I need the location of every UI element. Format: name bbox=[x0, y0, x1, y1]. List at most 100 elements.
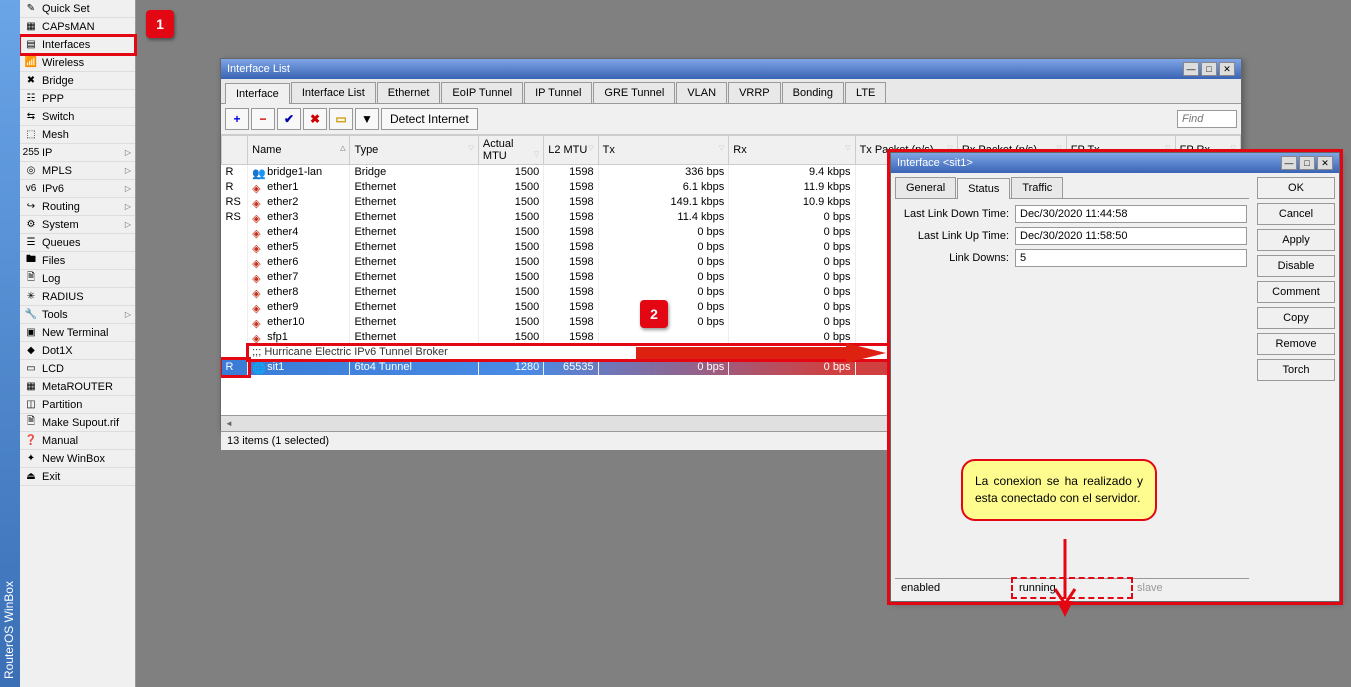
ether-icon: ◈ bbox=[252, 317, 264, 327]
menu-icon: ☰ bbox=[24, 236, 38, 250]
sidebar-label: Partition bbox=[42, 399, 82, 411]
remove-button[interactable]: Remove bbox=[1257, 333, 1335, 355]
cancel-button[interactable]: Cancel bbox=[1257, 203, 1335, 225]
window-controls: — □ ✕ bbox=[1183, 62, 1235, 76]
column-header[interactable]: Name △ bbox=[248, 136, 350, 165]
menu-icon: ◫ bbox=[24, 398, 38, 412]
sidebar-item-manual[interactable]: ❓Manual bbox=[20, 432, 135, 450]
tab-lte[interactable]: LTE bbox=[845, 82, 886, 103]
minimize-icon[interactable]: — bbox=[1281, 156, 1297, 170]
detect-internet-button[interactable]: Detect Internet bbox=[381, 108, 478, 130]
sidebar-item-log[interactable]: 🗎Log bbox=[20, 270, 135, 288]
sidebar-label: Log bbox=[42, 273, 60, 285]
detail-side-buttons: OK Cancel Apply Disable Comment Copy Remove Tor… bbox=[1253, 173, 1339, 601]
column-header[interactable]: L2 MTU▽ bbox=[544, 136, 598, 165]
add-button[interactable]: + bbox=[225, 108, 249, 130]
column-header[interactable]: Tx▽ bbox=[598, 136, 729, 165]
maximize-icon[interactable]: □ bbox=[1299, 156, 1315, 170]
sidebar-item-metarouter[interactable]: ▦MetaROUTER bbox=[20, 378, 135, 396]
sidebar-item-capsman[interactable]: ▦CAPsMAN bbox=[20, 18, 135, 36]
menu-icon: v6 bbox=[24, 182, 38, 196]
maximize-icon[interactable]: □ bbox=[1201, 62, 1217, 76]
sidebar-item-lcd[interactable]: ▭LCD bbox=[20, 360, 135, 378]
sidebar-item-queues[interactable]: ☰Queues bbox=[20, 234, 135, 252]
sidebar-item-system[interactable]: ⚙System▷ bbox=[20, 216, 135, 234]
comment-button[interactable]: Comment bbox=[1257, 281, 1335, 303]
sidebar-label: System bbox=[42, 219, 79, 231]
sidebar-label: Files bbox=[42, 255, 65, 267]
sidebar-item-ipv6[interactable]: v6IPv6▷ bbox=[20, 180, 135, 198]
menu-icon: ✎ bbox=[24, 2, 38, 16]
sidebar-item-mesh[interactable]: ⬚Mesh bbox=[20, 126, 135, 144]
status-slave: slave bbox=[1131, 579, 1249, 597]
tab-vlan[interactable]: VLAN bbox=[676, 82, 727, 103]
tab-eoip-tunnel[interactable]: EoIP Tunnel bbox=[441, 82, 523, 103]
ether-icon: ◈ bbox=[252, 287, 264, 297]
tab-ethernet[interactable]: Ethernet bbox=[377, 82, 441, 103]
ether-icon: ◈ bbox=[252, 182, 264, 192]
minimize-icon[interactable]: — bbox=[1183, 62, 1199, 76]
column-header[interactable]: Type▽ bbox=[350, 136, 478, 165]
detail-titlebar[interactable]: Interface <sit1> — □ ✕ bbox=[891, 153, 1339, 173]
sidebar-item-interfaces[interactable]: ▤Interfaces bbox=[20, 36, 135, 54]
sidebar-label: Make Supout.rif bbox=[42, 417, 119, 429]
ether-icon: ◈ bbox=[252, 212, 264, 222]
link-downs-value: 5 bbox=[1015, 249, 1247, 267]
sidebar-item-tools[interactable]: 🔧Tools▷ bbox=[20, 306, 135, 324]
sidebar-item-new-terminal[interactable]: ▣New Terminal bbox=[20, 324, 135, 342]
sidebar-item-ip[interactable]: 255IP▷ bbox=[20, 144, 135, 162]
window-title: Interface List bbox=[227, 63, 1183, 75]
sidebar-item-quick-set[interactable]: ✎Quick Set bbox=[20, 0, 135, 18]
column-header[interactable] bbox=[222, 136, 248, 165]
sidebar-item-partition[interactable]: ◫ Partition bbox=[20, 396, 135, 414]
disable-button[interactable]: ✖ bbox=[303, 108, 327, 130]
column-header[interactable]: Actual MTU▽ bbox=[478, 136, 543, 165]
detail-tabs: GeneralStatusTraffic bbox=[895, 177, 1249, 199]
sidebar-item-exit[interactable]: ⏏Exit bbox=[20, 468, 135, 486]
find-input[interactable] bbox=[1177, 110, 1237, 128]
close-icon[interactable]: ✕ bbox=[1317, 156, 1333, 170]
torch-button[interactable]: Torch bbox=[1257, 359, 1335, 381]
6to4-icon: 🌐 bbox=[252, 362, 264, 372]
sidebar-item-mpls[interactable]: ◎MPLS▷ bbox=[20, 162, 135, 180]
column-header[interactable]: Rx▽ bbox=[729, 136, 855, 165]
toolbar: + − ✔ ✖ ▭ ▼ Detect Internet bbox=[221, 104, 1241, 135]
sidebar-item-routing[interactable]: ↪Routing▷ bbox=[20, 198, 135, 216]
apply-button[interactable]: Apply bbox=[1257, 229, 1335, 251]
tab-gre-tunnel[interactable]: GRE Tunnel bbox=[593, 82, 675, 103]
sidebar-item-ppp[interactable]: ☷PPP bbox=[20, 90, 135, 108]
sidebar-item-bridge[interactable]: ✖Bridge bbox=[20, 72, 135, 90]
menu-icon: ◎ bbox=[24, 164, 38, 178]
menu-icon: ⇆ bbox=[24, 110, 38, 124]
window-titlebar[interactable]: Interface List — □ ✕ bbox=[221, 59, 1241, 79]
detail-tab-status[interactable]: Status bbox=[957, 178, 1010, 199]
sidebar-label: New Terminal bbox=[42, 327, 108, 339]
tab-interface-list[interactable]: Interface List bbox=[291, 82, 376, 103]
filter-button[interactable]: ▼ bbox=[355, 108, 379, 130]
status-enabled: enabled bbox=[895, 579, 1013, 597]
tab-ip-tunnel[interactable]: IP Tunnel bbox=[524, 82, 592, 103]
detail-tab-general[interactable]: General bbox=[895, 177, 956, 198]
comment-button[interactable]: ▭ bbox=[329, 108, 353, 130]
sidebar-item-files[interactable]: 🖿Files bbox=[20, 252, 135, 270]
last-link-down-label: Last Link Down Time: bbox=[897, 208, 1009, 220]
disable-button[interactable]: Disable bbox=[1257, 255, 1335, 277]
tab-interface[interactable]: Interface bbox=[225, 83, 290, 104]
bridge-icon: 👥 bbox=[252, 167, 264, 177]
sidebar-item-wireless[interactable]: 📶Wireless bbox=[20, 54, 135, 72]
sidebar-item-make-supout-rif[interactable]: 🗎Make Supout.rif bbox=[20, 414, 135, 432]
sidebar-item-switch[interactable]: ⇆Switch bbox=[20, 108, 135, 126]
tab-vrrp[interactable]: VRRP bbox=[728, 82, 781, 103]
annotation-note: La conexion se ha realizado y esta conec… bbox=[961, 459, 1157, 521]
ok-button[interactable]: OK bbox=[1257, 177, 1335, 199]
copy-button[interactable]: Copy bbox=[1257, 307, 1335, 329]
tab-bonding[interactable]: Bonding bbox=[782, 82, 844, 103]
sidebar-item-radius[interactable]: ✳RADIUS bbox=[20, 288, 135, 306]
remove-button[interactable]: − bbox=[251, 108, 275, 130]
sidebar-item-dot1x[interactable]: ◆Dot1X bbox=[20, 342, 135, 360]
sidebar-item-new-winbox[interactable]: ✦New WinBox bbox=[20, 450, 135, 468]
close-icon[interactable]: ✕ bbox=[1219, 62, 1235, 76]
enable-button[interactable]: ✔ bbox=[277, 108, 301, 130]
detail-tab-traffic[interactable]: Traffic bbox=[1011, 177, 1063, 198]
menu-icon: ⏏ bbox=[24, 470, 38, 484]
